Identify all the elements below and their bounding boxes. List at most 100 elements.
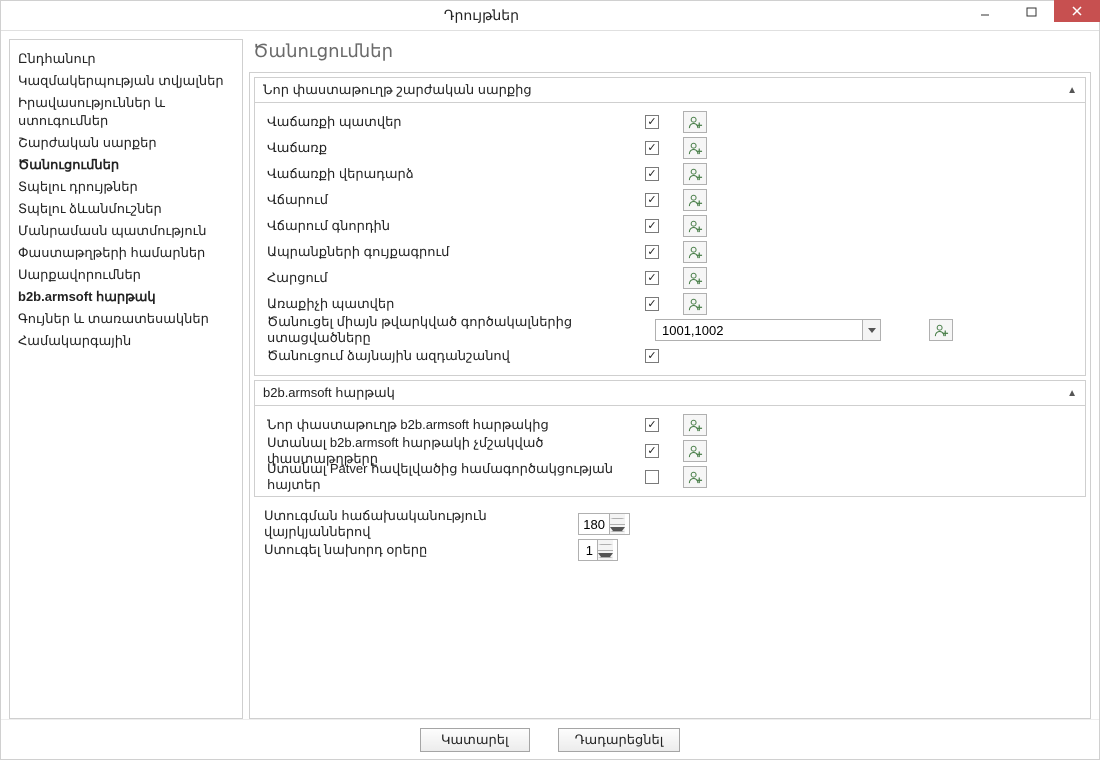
- setting-row: Ստանալ Patver հավելվածից համագործակցությ…: [267, 464, 1073, 490]
- spin-up[interactable]: [598, 540, 613, 551]
- maximize-icon: [1026, 7, 1037, 17]
- assign-user-button[interactable]: [683, 440, 707, 462]
- collapse-icon: ▲: [1067, 85, 1077, 96]
- user-plus-icon: [688, 193, 703, 208]
- checkbox[interactable]: [645, 418, 659, 432]
- sidebar-item-6[interactable]: Տպելու ձևանմուշներ: [10, 198, 242, 220]
- spin-up[interactable]: [610, 514, 625, 525]
- assign-user-button[interactable]: [683, 137, 707, 159]
- assign-user-button[interactable]: [683, 466, 707, 488]
- content-area: ԸնդհանուրԿազմակերպության տվյալներԻրավասո…: [1, 31, 1099, 719]
- checkbox-cell: [645, 470, 665, 484]
- checkbox-cell: [645, 297, 665, 311]
- sidebar-item-0[interactable]: Ընդհանուր: [10, 48, 242, 70]
- sidebar-item-1[interactable]: Կազմակերպության տվյալներ: [10, 70, 242, 92]
- close-button[interactable]: [1054, 0, 1100, 22]
- assign-user-button[interactable]: [929, 319, 953, 341]
- setting-row: Ծանուցում ձայնային ազդանշանով: [267, 343, 1073, 369]
- sidebar-item-3[interactable]: Շարժական սարքեր: [10, 132, 242, 154]
- group-mobile-device: Նոր փաստաթուղթ շարժական սարքից ▲ Վաճառքի…: [254, 77, 1086, 376]
- group-body-b2b: Նոր փաստաթուղթ b2b.armsoft հարթակից Ստանա…: [255, 406, 1085, 496]
- assign-user-button[interactable]: [683, 241, 707, 263]
- frequency-spinbox[interactable]: [578, 513, 630, 535]
- assign-user-button[interactable]: [683, 414, 707, 436]
- checkbox[interactable]: [645, 297, 659, 311]
- setting-row: Ապրանքների գույքագրում: [267, 239, 1073, 265]
- ok-button[interactable]: Կատարել: [420, 728, 530, 752]
- sidebar-item-2[interactable]: Իրավասություններ և ստուգումներ: [10, 92, 242, 132]
- window-controls: [962, 1, 1099, 30]
- sidebar-item-11[interactable]: Գույներ և տառատեսակներ: [10, 308, 242, 330]
- checkbox[interactable]: [645, 245, 659, 259]
- sidebar-item-4[interactable]: Ծանուցումներ: [10, 154, 242, 176]
- setting-label: Վաճառքի վերադարձ: [267, 166, 637, 182]
- dropdown-button[interactable]: [862, 320, 880, 340]
- minimize-icon: [979, 6, 991, 18]
- group-b2b: b2b.armsoft հարթակ ▲ Նոր փաստաթուղթ b2b.…: [254, 380, 1086, 497]
- assign-user-button[interactable]: [683, 215, 707, 237]
- titlebar: Դրույթներ: [1, 1, 1099, 31]
- checkbox[interactable]: [645, 115, 659, 129]
- group-header-b2b[interactable]: b2b.armsoft հարթակ ▲: [255, 381, 1085, 406]
- agents-combo[interactable]: [655, 319, 881, 341]
- checkbox[interactable]: [645, 444, 659, 458]
- window-title: Դրույթներ: [1, 7, 962, 24]
- days-input[interactable]: [579, 540, 597, 560]
- assign-user-button[interactable]: [683, 267, 707, 289]
- spin-down[interactable]: [610, 525, 625, 535]
- checkbox[interactable]: [645, 470, 659, 484]
- setting-label: Ապրանքների գույքագրում: [267, 244, 637, 260]
- spin-down[interactable]: [598, 551, 613, 561]
- collapse-icon: ▲: [1067, 388, 1077, 399]
- user-plus-icon: [688, 444, 703, 459]
- cancel-button[interactable]: Դադարեցնել: [558, 728, 680, 752]
- checkbox-cell: [645, 349, 665, 363]
- minimize-button[interactable]: [962, 1, 1008, 23]
- user-plus-icon: [688, 167, 703, 182]
- checkbox-cell: [645, 245, 665, 259]
- setting-label: Ստանալ Patver հավելվածից համագործակցությ…: [267, 461, 637, 493]
- checkbox[interactable]: [645, 167, 659, 181]
- checkbox[interactable]: [645, 141, 659, 155]
- user-plus-icon: [688, 297, 703, 312]
- checkbox[interactable]: [645, 219, 659, 233]
- sidebar-item-7[interactable]: Մանրամասն պատմություն: [10, 220, 242, 242]
- sidebar-item-5[interactable]: Տպելու դրույթներ: [10, 176, 242, 198]
- user-plus-icon: [934, 323, 949, 338]
- checkbox[interactable]: [645, 349, 659, 363]
- user-plus-icon: [688, 219, 703, 234]
- agents-input[interactable]: [656, 320, 862, 340]
- user-plus-icon: [688, 470, 703, 485]
- days-spinbox[interactable]: [578, 539, 618, 561]
- dialog-footer: Կատարել Դադարեցնել: [1, 719, 1099, 759]
- setting-label: Վճարում: [267, 192, 637, 208]
- checkbox[interactable]: [645, 271, 659, 285]
- page-title: Ծանուցումներ: [249, 39, 1091, 72]
- setting-label: Նոր փաստաթուղթ b2b.armsoft հարթակից: [267, 417, 637, 433]
- sidebar-item-10[interactable]: b2b.armsoft հարթակ: [10, 286, 242, 308]
- maximize-button[interactable]: [1008, 1, 1054, 23]
- group-header-mobile[interactable]: Նոր փաստաթուղթ շարժական սարքից ▲: [255, 78, 1085, 103]
- checkbox-cell: [645, 167, 665, 181]
- sidebar-item-9[interactable]: Սարքավորումներ: [10, 264, 242, 286]
- assign-user-button[interactable]: [683, 189, 707, 211]
- user-plus-icon: [688, 141, 703, 156]
- group-body-mobile: Վաճառքի պատվերՎաճառքՎաճառքի վերադարձՎճար…: [255, 103, 1085, 375]
- spin-buttons: [597, 540, 613, 560]
- sidebar-item-12[interactable]: Համակարգային: [10, 330, 242, 352]
- category-sidebar: ԸնդհանուրԿազմակերպության տվյալներԻրավասո…: [9, 39, 243, 719]
- setting-label: Վճարում գնորդին: [267, 218, 637, 234]
- assign-user-button[interactable]: [683, 163, 707, 185]
- frequency-input[interactable]: [579, 514, 609, 534]
- assign-user-button[interactable]: [683, 111, 707, 133]
- checkbox[interactable]: [645, 193, 659, 207]
- checkbox-cell: [645, 219, 665, 233]
- sidebar-item-8[interactable]: Փաստաթղթերի համարներ: [10, 242, 242, 264]
- label-check-frequency: Ստուգման հաճախականություն վայրկյաններով: [264, 508, 570, 540]
- setting-label: Վաճառքի պատվեր: [267, 114, 637, 130]
- assign-user-button[interactable]: [683, 293, 707, 315]
- label-agents-filter: Ծանուցել միայն թվարկված գործակալներից ստ…: [267, 314, 647, 346]
- label-previous-days: Ստուգել նախորդ օրերը: [264, 542, 570, 558]
- setting-row: Վաճառքի վերադարձ: [267, 161, 1073, 187]
- setting-label: Առաքիչի պատվեր: [267, 296, 637, 312]
